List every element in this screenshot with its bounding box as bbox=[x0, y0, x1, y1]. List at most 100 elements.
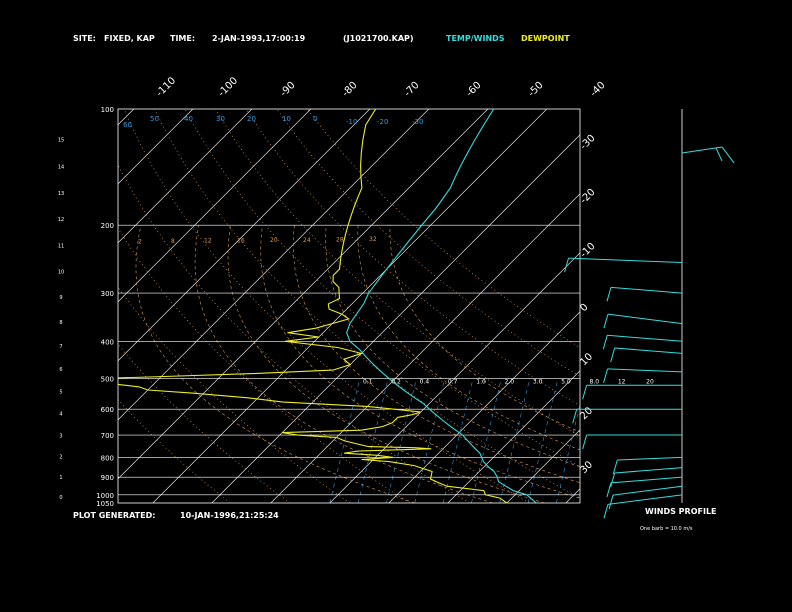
dry-adiabat bbox=[118, 343, 291, 503]
theta-label: 30 bbox=[216, 115, 225, 123]
moist-adiabat-label: 16 bbox=[237, 237, 245, 244]
skewt-chart: SITE: FIXED, KAP TIME: 2-JAN-1993,17:00:… bbox=[58, 34, 792, 532]
isotherm-line bbox=[118, 109, 312, 303]
isobar-layer bbox=[117, 108, 581, 504]
mixing-ratio-label: 3.0 bbox=[533, 378, 543, 385]
height-label: 9 bbox=[59, 295, 62, 301]
site-label: SITE: bbox=[73, 34, 96, 43]
height-label: 3 bbox=[59, 433, 62, 439]
wind-barb bbox=[607, 494, 683, 505]
theta-label: 0 bbox=[313, 115, 317, 123]
isotherm-line bbox=[625, 109, 792, 503]
wind-barb-flag bbox=[572, 409, 578, 424]
time-label: TIME: bbox=[170, 34, 195, 43]
dry-adiabat bbox=[118, 399, 231, 503]
mixing-ratio-label: 0.1 bbox=[363, 378, 373, 385]
wind-barb bbox=[610, 476, 683, 484]
wind-barb-flag bbox=[610, 472, 616, 488]
mixing-ratio-label: 1.0 bbox=[476, 378, 486, 385]
moist-adiabat bbox=[357, 225, 580, 451]
height-label: 6 bbox=[59, 367, 62, 373]
wind-barb bbox=[607, 313, 683, 325]
pressure-label: 100 bbox=[101, 106, 114, 114]
height-label: 8 bbox=[59, 320, 62, 326]
moist-adiabat bbox=[293, 225, 580, 484]
theta-label: 10 bbox=[282, 115, 291, 123]
wind-barb bbox=[613, 485, 683, 496]
moist-adiabat bbox=[260, 225, 580, 499]
pressure-label: 300 bbox=[101, 290, 114, 298]
pressure-label: 700 bbox=[101, 432, 114, 440]
wind-barb bbox=[681, 146, 723, 154]
theta-label: -20 bbox=[377, 118, 388, 126]
site-value: FIXED, KAP bbox=[104, 34, 155, 43]
mixing-ratio-label: 0.7 bbox=[448, 378, 458, 385]
theta-label: 20 bbox=[247, 115, 256, 123]
height-label: 0 bbox=[59, 495, 62, 501]
wind-barb-flag bbox=[715, 147, 723, 162]
isotherm-line bbox=[118, 109, 430, 421]
wind-barb-flag bbox=[606, 482, 612, 498]
wind-layer bbox=[564, 109, 735, 519]
plot-generated-value: 10-JAN-1996,21:25:24 bbox=[180, 511, 279, 520]
wind-barb-flag bbox=[612, 459, 618, 475]
height-label: 5 bbox=[59, 390, 62, 396]
isotherm-line bbox=[565, 488, 580, 503]
right-temp-label: 30 bbox=[578, 459, 595, 476]
plot-frame bbox=[117, 108, 581, 504]
plot-generated-label: PLOT GENERATED: bbox=[73, 511, 155, 520]
dry-adiabat bbox=[276, 109, 580, 377]
moist-adiabat-label: 32 bbox=[369, 236, 377, 243]
moist-adiabat-label: 20 bbox=[270, 237, 278, 244]
legend-temp: TEMP/WINDS bbox=[446, 34, 505, 43]
pressure-label: 900 bbox=[101, 474, 114, 482]
pressure-label: 800 bbox=[101, 454, 114, 462]
dry-adiabat bbox=[307, 109, 580, 349]
dry-adiabat bbox=[118, 164, 470, 503]
height-label: 4 bbox=[59, 412, 62, 418]
wind-barb bbox=[614, 467, 683, 474]
moist-adiabat-label: 2 bbox=[138, 238, 142, 245]
top-temp-label: -80 bbox=[340, 80, 359, 99]
mixing-ratio-label: 0.2 bbox=[391, 378, 401, 385]
moist-adiabat-label: 8 bbox=[171, 238, 175, 245]
top-temp-label: -100 bbox=[216, 75, 240, 99]
isotherm-line bbox=[447, 370, 580, 503]
dry-adiabat bbox=[245, 109, 580, 407]
mixing-ratio-line bbox=[442, 378, 474, 503]
wind-barb-flag bbox=[582, 385, 588, 400]
right-temp-label: 20 bbox=[578, 405, 595, 422]
theta-label: -30 bbox=[412, 118, 423, 126]
isotherm-line bbox=[118, 109, 135, 126]
top-temp-label: -90 bbox=[278, 80, 297, 99]
pressure-label: 400 bbox=[101, 338, 114, 346]
wind-barb-flag bbox=[582, 434, 588, 450]
height-label: 13 bbox=[58, 191, 64, 197]
wind-barb bbox=[617, 456, 683, 461]
mixing-ratio-label: 0.4 bbox=[420, 378, 430, 385]
wind-panel-title: WINDS PROFILE bbox=[645, 507, 717, 516]
mixing-ratio-label: 2.0 bbox=[505, 378, 515, 385]
right-temp-label: -20 bbox=[578, 187, 597, 206]
wind-barb-flag bbox=[602, 335, 608, 350]
wind-barb-flag bbox=[721, 146, 735, 164]
wind-barb bbox=[607, 334, 683, 342]
height-label: 10 bbox=[58, 270, 64, 276]
height-label: 7 bbox=[59, 344, 62, 350]
isotherm-line bbox=[684, 109, 792, 503]
pressure-label: 200 bbox=[101, 222, 114, 230]
wind-barb-flag bbox=[603, 504, 609, 519]
right-temp-label: -10 bbox=[578, 241, 597, 260]
theta-label: 60 bbox=[123, 121, 132, 129]
theta-label: -10 bbox=[346, 118, 357, 126]
dry-adiabat bbox=[123, 109, 530, 503]
temperature-trace bbox=[346, 109, 537, 503]
moist-adiabat bbox=[389, 225, 580, 433]
moist-adiabat-label: 12 bbox=[204, 238, 212, 245]
isotherm-line bbox=[118, 109, 489, 480]
pressure-label: 1000 bbox=[96, 492, 114, 500]
wind-barb bbox=[610, 286, 683, 294]
wind-barb-flag bbox=[603, 368, 609, 384]
moist-adiabat-label: 24 bbox=[303, 237, 311, 244]
theta-label: 50 bbox=[150, 115, 159, 123]
